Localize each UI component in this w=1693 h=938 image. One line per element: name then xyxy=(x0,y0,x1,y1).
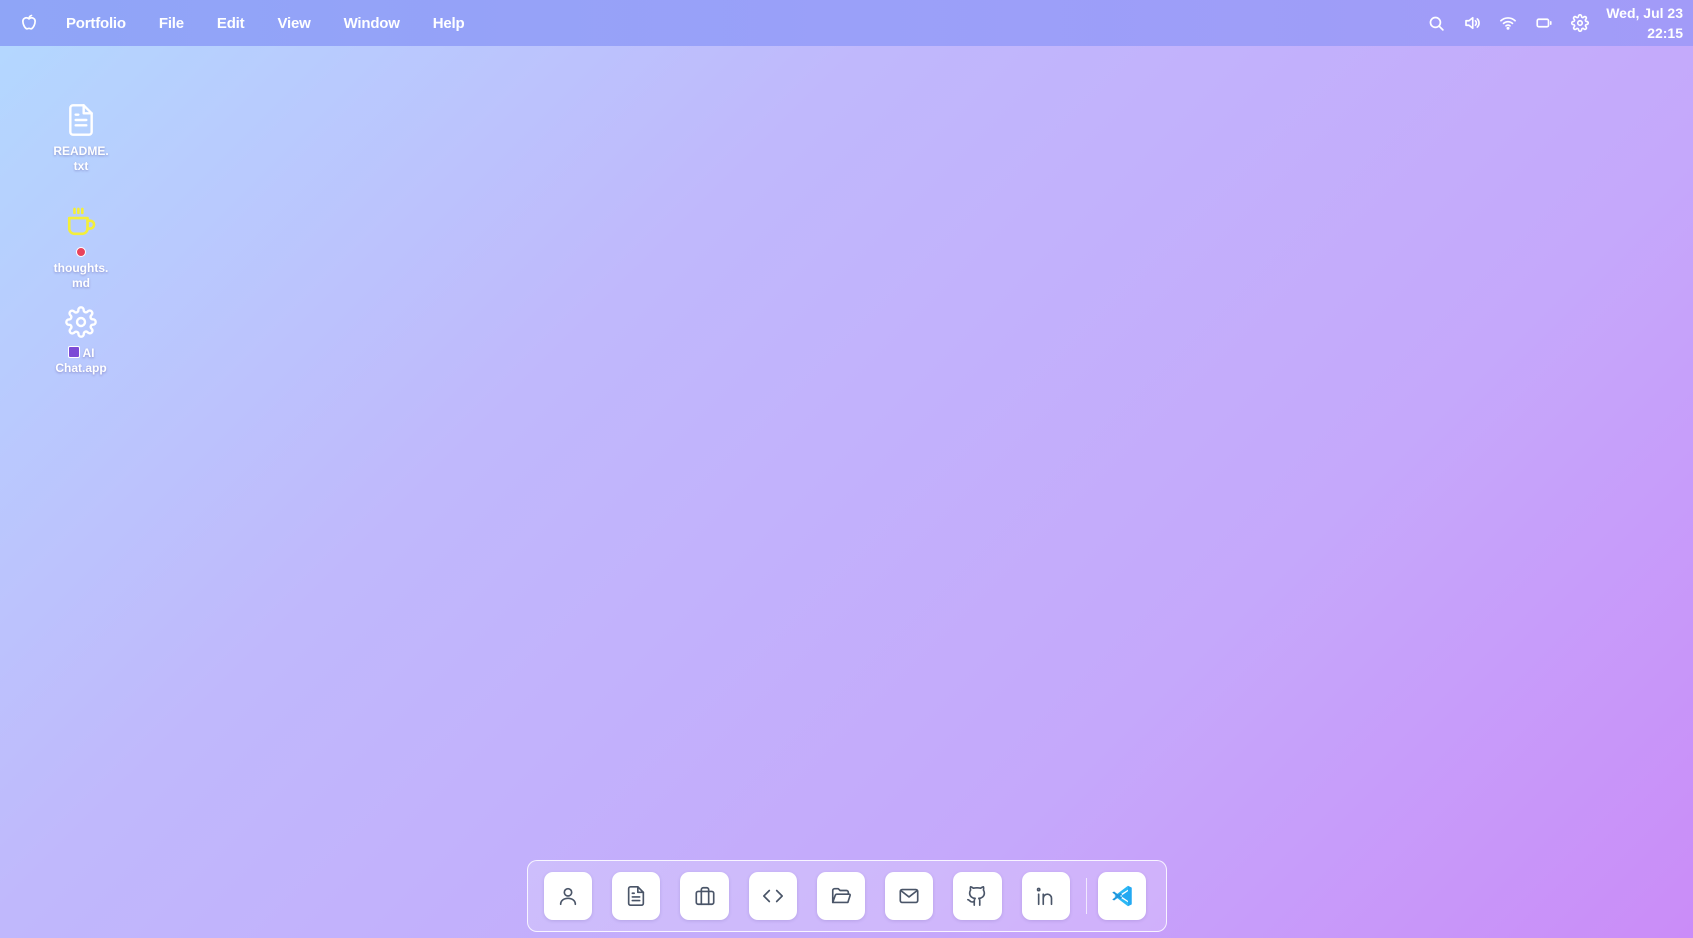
desktop-icon-readme[interactable]: README. txt xyxy=(46,100,116,174)
desktop-icon-thoughts[interactable]: thoughts. md xyxy=(46,202,116,291)
menu-edit[interactable]: Edit xyxy=(217,15,245,32)
dock-item-github[interactable] xyxy=(953,872,1002,920)
desktop-icon-label: README. txt xyxy=(53,144,109,173)
dock xyxy=(527,860,1167,932)
menu-file[interactable]: File xyxy=(159,15,184,32)
apple-icon[interactable] xyxy=(18,12,40,34)
document-icon xyxy=(628,886,645,906)
menu-window[interactable]: Window xyxy=(344,15,400,32)
document-icon xyxy=(46,100,116,140)
volume-icon[interactable] xyxy=(1462,13,1482,33)
mail-icon xyxy=(899,888,919,904)
dock-item-linkedin[interactable] xyxy=(1021,872,1070,920)
settings-icon[interactable] xyxy=(1570,13,1590,33)
menu-bar: Portfolio File Edit View Window Help Wed… xyxy=(0,0,1693,46)
folder-open-icon xyxy=(831,887,851,904)
battery-icon[interactable] xyxy=(1534,13,1554,33)
menu-help[interactable]: Help xyxy=(433,15,465,32)
linkedin-icon xyxy=(1036,887,1052,906)
dock-item-resume[interactable] xyxy=(612,872,661,920)
menu-bar-right: Wed, Jul 23 22:15 xyxy=(1410,0,1683,46)
robot-icon xyxy=(67,346,80,358)
briefcase-icon xyxy=(695,886,715,906)
user-icon xyxy=(559,887,577,906)
dock-item-mail[interactable] xyxy=(885,872,934,920)
dock-item-code[interactable] xyxy=(748,872,797,920)
vscode-icon xyxy=(1112,885,1132,907)
search-icon[interactable] xyxy=(1426,13,1446,33)
clock[interactable]: Wed, Jul 23 22:15 xyxy=(1606,3,1683,43)
desktop-icon-ai-chat[interactable]: AI Chat.app xyxy=(46,302,116,376)
red-dot-badge xyxy=(76,247,86,257)
dock-item-vscode[interactable] xyxy=(1097,872,1146,920)
clock-date: Wed, Jul 23 xyxy=(1606,5,1683,21)
github-icon xyxy=(967,886,986,906)
dock-item-experience[interactable] xyxy=(680,872,729,920)
menu-bar-left: Portfolio File Edit View Window Help xyxy=(0,0,497,46)
gear-icon xyxy=(46,302,116,342)
clock-time: 22:15 xyxy=(1647,25,1683,41)
coffee-mug-icon xyxy=(46,202,116,242)
code-icon xyxy=(762,889,783,903)
desktop-icon-label: AI Chat.app xyxy=(55,346,107,375)
dock-separator xyxy=(1085,878,1087,914)
menu-view[interactable]: View xyxy=(277,15,310,32)
wifi-icon[interactable] xyxy=(1498,13,1518,33)
menu-portfolio[interactable]: Portfolio xyxy=(66,15,126,32)
desktop-icon-label: thoughts. md xyxy=(46,246,116,291)
dock-item-about[interactable] xyxy=(544,872,593,920)
dock-item-projects[interactable] xyxy=(816,872,866,920)
